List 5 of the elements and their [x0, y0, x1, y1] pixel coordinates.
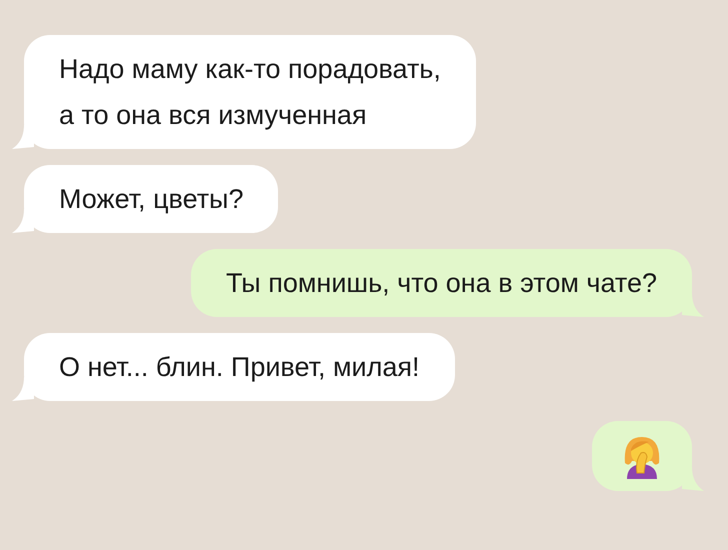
message-text: Может, цветы? [59, 183, 244, 216]
message-text: О нет... блин. Привет, милая! [59, 351, 420, 384]
message-text: Ты помнишь, что она в этом чате? [226, 267, 657, 300]
message-text: а то она вся измученная [59, 99, 368, 132]
message-text: Надо маму как-то порадовать, [59, 53, 441, 86]
